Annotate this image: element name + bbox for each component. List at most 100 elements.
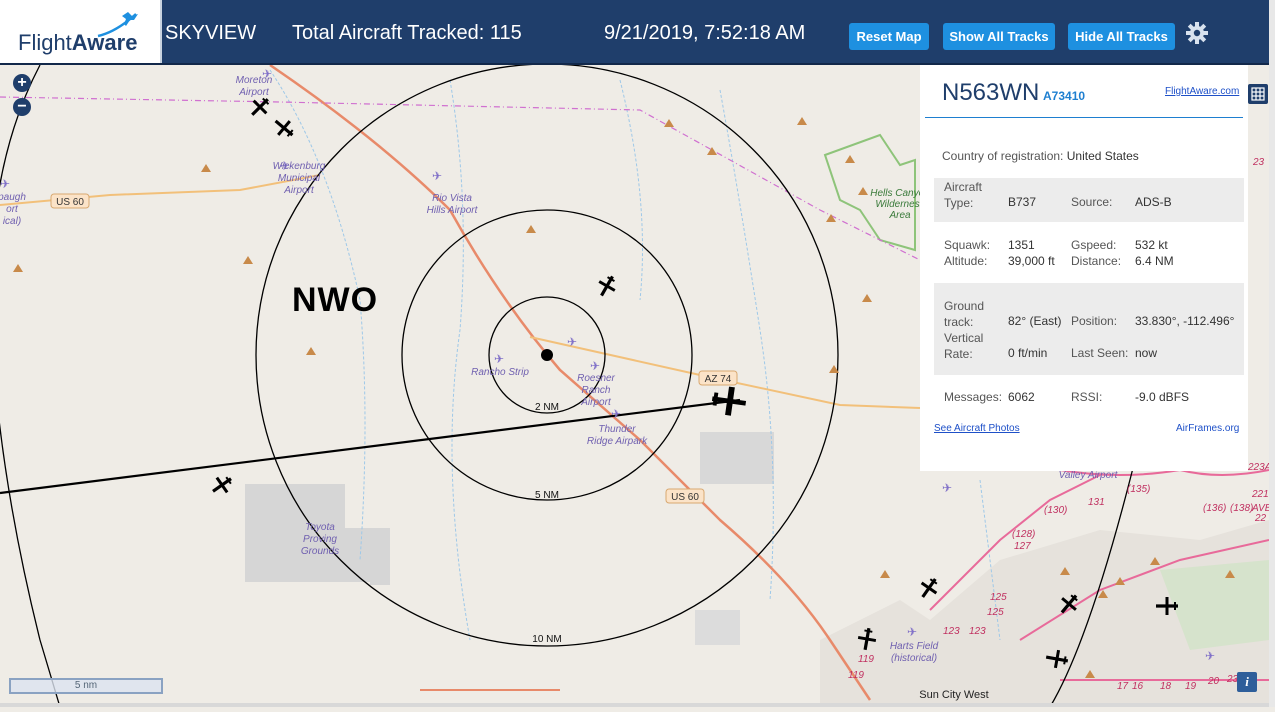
messages-value: 6062 [1008, 390, 1035, 404]
svg-text:119: 119 [848, 670, 864, 681]
grid-icon[interactable] [1248, 84, 1268, 104]
window-scrollbar[interactable] [1269, 0, 1275, 707]
svg-text:(136): (136) [1203, 503, 1226, 514]
distance-label: Distance: [1071, 254, 1122, 268]
current-datetime: 9/21/2019, 7:52:18 AM [604, 22, 806, 44]
svg-text:20: 20 [1207, 676, 1220, 687]
label-sun-city-west: Sun City West [919, 689, 989, 701]
altitude-label: Altitude: [944, 254, 988, 268]
messages-label: Messages: [944, 390, 1003, 404]
source-value: ADS-B [1135, 195, 1172, 209]
svg-text:16: 16 [1132, 681, 1144, 692]
position-label: Position: [1071, 314, 1118, 328]
last-seen-label: Last Seen: [1071, 346, 1129, 360]
svg-text:131: 131 [1088, 497, 1105, 508]
receiver-station [541, 349, 553, 361]
brand-name: FlightAware [18, 30, 138, 55]
svg-text:✈: ✈ [567, 335, 577, 349]
zoom-in-icon[interactable]: + [13, 74, 31, 92]
flightaware-logo[interactable]: FlightAware [0, 0, 162, 63]
svg-text:✈: ✈ [0, 177, 10, 191]
svg-text:123: 123 [943, 626, 960, 637]
svg-text:✈: ✈ [590, 359, 600, 373]
svg-text:23: 23 [1252, 157, 1265, 168]
altitude-value: 39,000 ft [1008, 254, 1055, 268]
svg-text:✈: ✈ [432, 169, 442, 183]
total-aircraft-tracked: Total Aircraft Tracked: 115 [292, 22, 522, 44]
svg-text:223A: 223A [1247, 462, 1269, 473]
app-name: SKYVIEW [165, 22, 257, 44]
country-value: United States [1066, 149, 1139, 163]
shield-us60-west: US 60 [56, 197, 84, 208]
svg-text:127: 127 [1014, 541, 1031, 552]
range-label-10nm: 10 NM [532, 634, 561, 645]
source-label: Source: [1071, 195, 1113, 209]
rssi-label: RSSI: [1071, 390, 1103, 404]
aircraft-info-panel: N563WN A73410 FlightAware.com Country of… [920, 65, 1248, 471]
gear-icon[interactable] [1185, 21, 1209, 45]
range-label-5nm: 5 NM [535, 490, 559, 501]
svg-text:(130): (130) [1044, 505, 1067, 516]
svg-text:(135): (135) [1127, 484, 1150, 495]
top-bar: FlightAware SKYVIEW Total Aircraft Track… [0, 0, 1269, 65]
label-harts-field: Harts Field (historical) [890, 641, 939, 664]
selected-aircraft-icon [711, 386, 747, 416]
info-icon[interactable]: i [1237, 672, 1257, 692]
map-scale-bar: 5 nm [9, 678, 163, 694]
airframes-link[interactable]: AirFrames.org [1176, 423, 1239, 434]
vertical-rate-value: 0 ft/min [1008, 346, 1048, 360]
svg-text:125: 125 [987, 607, 1004, 618]
aircraft-type-label: Aircraft Type: [944, 180, 983, 210]
squawk-label: Squawk: [944, 238, 991, 252]
label-thunder-ridge: Thunder Ridge Airpark [587, 424, 648, 447]
label-valley-airport: Valley Airport [1059, 470, 1119, 481]
svg-text:18: 18 [1160, 681, 1172, 692]
hide-all-tracks-button[interactable]: Hide All Tracks [1068, 23, 1175, 50]
svg-text:221: 221 [1251, 489, 1269, 500]
aircraft-registration: N563WN [942, 79, 1040, 106]
panel-divider [925, 117, 1243, 118]
aircraft-type-value: B737 [1008, 195, 1037, 209]
svg-text:(138): (138) [1230, 503, 1253, 514]
shield-az74: AZ 74 [705, 374, 732, 385]
svg-text:125: 125 [990, 592, 1007, 603]
svg-text:✈: ✈ [942, 481, 952, 495]
svg-text:✈: ✈ [611, 407, 621, 421]
zoom-out-icon[interactable]: − [13, 98, 31, 116]
label-roesner-airport: Roesner Ranch Airport [577, 373, 615, 408]
aircraft-hex-code[interactable]: A73410 [1043, 89, 1085, 103]
svg-text:✈: ✈ [494, 352, 504, 366]
shield-us60-east: US 60 [671, 492, 699, 503]
range-label-2nm: 2 NM [535, 402, 559, 413]
label-toyota-grounds: Toyota Proving Grounds [301, 522, 339, 557]
gspeed-value: 532 kt [1135, 238, 1168, 252]
restricted-area [700, 432, 774, 484]
show-all-tracks-button[interactable]: Show All Tracks [943, 23, 1055, 50]
svg-text:22: 22 [1254, 513, 1267, 524]
last-seen-value: now [1135, 346, 1158, 360]
ground-track-label: Ground track: [944, 299, 985, 329]
label-moreton-airport: Moreton Airport [236, 75, 273, 98]
squawk-value: 1351 [1008, 238, 1035, 252]
vertical-rate-label: Vertical Rate: [944, 331, 984, 361]
country-label: Country of registration: [942, 149, 1064, 163]
label-paugh: paugh ort ical) [0, 192, 26, 227]
svg-text:123: 123 [969, 626, 986, 637]
distance-value: 6.4 NM [1135, 254, 1174, 268]
position-value: 33.830°, -112.496° [1135, 314, 1235, 328]
label-rancho-strip: Rancho Strip [471, 367, 529, 378]
bottom-edge [0, 703, 1275, 707]
svg-text:(128): (128) [1012, 529, 1035, 540]
label-rio-vista-airport: Rio Vista Hills Airport [427, 193, 479, 216]
svg-text:17: 17 [1117, 681, 1129, 692]
svg-text:19: 19 [1185, 681, 1197, 692]
station-label: NWO [292, 281, 379, 319]
see-aircraft-photos-link[interactable]: See Aircraft Photos [934, 423, 1020, 434]
rssi-value: -9.0 dBFS [1135, 390, 1190, 404]
gspeed-label: Gspeed: [1071, 238, 1117, 252]
label-wickenburg-airport: Wickenburg Municipal Airport [273, 161, 326, 196]
gray-area [695, 610, 740, 645]
reset-map-button[interactable]: Reset Map [849, 23, 929, 50]
ground-track-value: 82° (East) [1008, 314, 1062, 328]
flightaware-link[interactable]: FlightAware.com [1165, 86, 1239, 97]
